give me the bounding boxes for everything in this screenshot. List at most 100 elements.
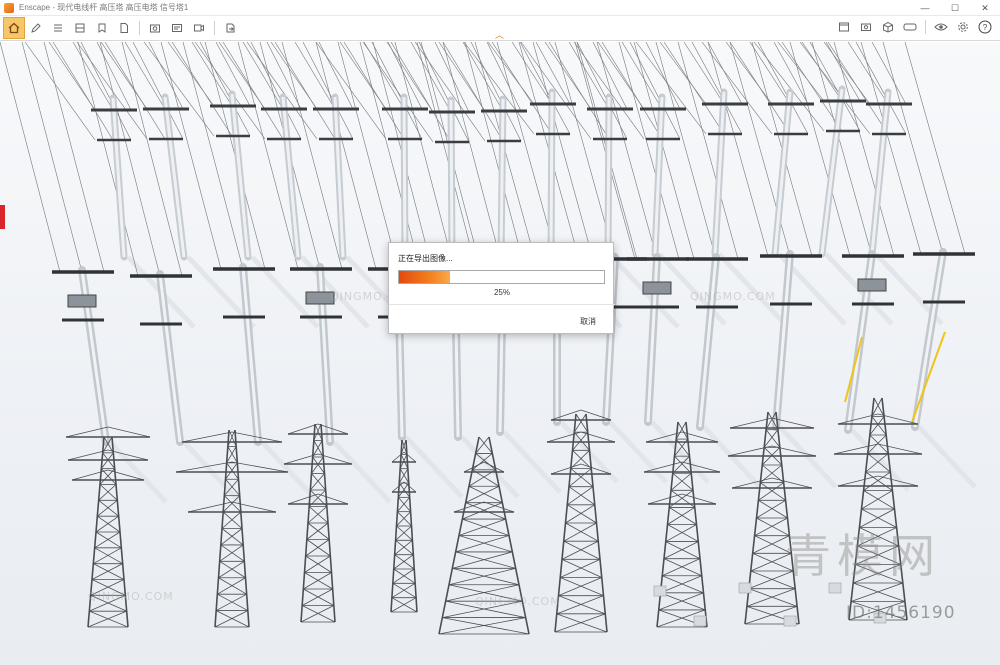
window-icon[interactable] [837, 20, 851, 34]
screenshot-icon[interactable] [148, 21, 162, 35]
eye-icon[interactable] [934, 20, 948, 34]
pole-highlight [163, 96, 186, 258]
tower-brace [304, 572, 333, 590]
settings-icon[interactable] [956, 20, 970, 34]
tower-arm-brace [647, 493, 683, 505]
cancel-button[interactable]: 取消 [580, 316, 596, 327]
list-icon[interactable] [51, 21, 65, 35]
tower-brace [455, 551, 516, 569]
batch-render-icon[interactable] [170, 21, 184, 35]
tower-brace [561, 558, 602, 578]
site-watermark: QINGMO.COM [88, 590, 174, 603]
render-viewport[interactable]: QINGMO.COM QINGMO.COM QINGMO.COM QINGMO.… [0, 42, 1000, 665]
tower-arm-brace [453, 501, 485, 513]
tower-brace [452, 551, 513, 569]
transformer [857, 278, 887, 292]
pole-highlight [402, 96, 407, 258]
vr-icon[interactable] [903, 20, 917, 34]
tower-brace [556, 595, 604, 615]
capture-icon[interactable] [859, 20, 873, 34]
tower-brace [465, 485, 500, 504]
tower-brace [660, 575, 702, 594]
tower-brace [97, 515, 121, 533]
tower-brace [390, 597, 417, 613]
maximize-button[interactable]: ☐ [940, 0, 970, 16]
tower-foundation [783, 615, 797, 627]
tower-brace [462, 518, 510, 536]
tower-brace [863, 490, 895, 510]
home-button[interactable] [3, 17, 25, 39]
export-progress-dialog: 正在导出图像... 25% 取消 [388, 242, 615, 334]
tower-brace [672, 472, 694, 491]
tower-brace [863, 471, 891, 491]
pencil-icon[interactable] [29, 21, 43, 35]
power-wire [464, 42, 526, 270]
tower-arm-brace [727, 445, 773, 457]
tower-brace [558, 595, 606, 615]
tower-brace [758, 482, 784, 501]
tower-brace [448, 567, 516, 586]
tower-brace [458, 535, 513, 553]
bookmark-icon[interactable] [95, 21, 109, 35]
help-icon[interactable]: ? [978, 20, 992, 34]
pole-highlight [549, 91, 554, 258]
pole-highlight [774, 253, 792, 428]
tower-brace [307, 522, 330, 540]
id-watermark: ID:1456190 [846, 603, 956, 623]
tower-brace [568, 486, 595, 506]
tower-brace [756, 499, 786, 519]
pole-shadow [404, 435, 464, 499]
pole-shadow [332, 440, 392, 504]
tower-brace [222, 511, 243, 529]
lattice-tower [390, 439, 418, 613]
pole-highlight [870, 91, 890, 255]
tower-brace [754, 517, 788, 537]
power-wire [171, 42, 233, 137]
tower-brace [758, 499, 788, 519]
power-wire [659, 42, 707, 105]
tower-brace [215, 610, 250, 628]
tower-arm-brace [71, 469, 109, 481]
close-button[interactable]: ✕ [970, 0, 1000, 16]
tower-brace [395, 525, 412, 541]
tower-brace [392, 568, 415, 584]
power-wire [882, 42, 944, 255]
video-icon[interactable] [192, 21, 206, 35]
tower-brace [214, 610, 249, 628]
pole-highlight [111, 97, 126, 258]
power-wire [470, 42, 522, 142]
tower-brace [565, 522, 599, 542]
tower-brace [218, 577, 247, 595]
power-wire [487, 42, 535, 105]
tower-foundation [653, 585, 667, 597]
power-wire [860, 42, 922, 255]
tower-brace [221, 528, 244, 546]
tower-brace [558, 577, 602, 597]
export-progress-bar [398, 270, 605, 284]
power-wire [683, 42, 725, 105]
file-icon[interactable] [117, 21, 131, 35]
tower-brace [662, 575, 704, 594]
tower-brace [554, 613, 606, 633]
tower-brace [91, 563, 123, 580]
tower-brace [560, 577, 604, 597]
power-wire [418, 42, 470, 143]
power-wire [24, 42, 96, 141]
tower-brace [393, 568, 416, 584]
export-icon[interactable] [223, 21, 237, 35]
tower-brace [442, 617, 530, 635]
cube-icon[interactable] [881, 20, 895, 34]
title-bar[interactable]: Enscape - 现代电线杆 高压塔 高压电塔 信号塔1 — ☐ ✕ [0, 0, 1000, 16]
tower-brace [218, 560, 245, 579]
tower-brace [89, 610, 129, 628]
progress-fill [399, 271, 451, 283]
power-wire [904, 42, 966, 255]
asset-library-icon[interactable] [73, 21, 87, 35]
window-controls: — ☐ ✕ [910, 0, 1000, 16]
tower-arm-brace [681, 461, 721, 473]
tower-brace [303, 588, 335, 606]
site-watermark: QINGMO.COM [475, 595, 561, 608]
tower-brace [670, 472, 692, 491]
collapse-caret-icon[interactable]: ︿ [495, 31, 504, 40]
minimize-button[interactable]: — [910, 0, 940, 16]
